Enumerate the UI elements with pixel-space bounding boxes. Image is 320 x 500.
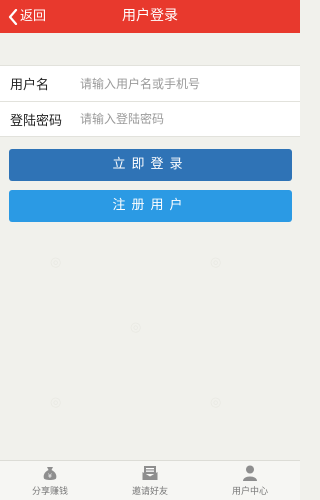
register-button[interactable]: 注册用户 xyxy=(9,190,292,222)
user-icon xyxy=(241,464,259,482)
bottom-tab-bar: ¥ 分享赚钱 邀请好友 用户中心 xyxy=(0,460,300,500)
username-label: 用户名 xyxy=(10,78,50,93)
top-bar: 返回 用户登录 xyxy=(0,0,300,33)
watermark: ◎ xyxy=(207,393,224,412)
password-label: 登陆密码 xyxy=(10,113,63,129)
money-bag-icon: ¥ xyxy=(41,464,59,482)
username-input[interactable] xyxy=(74,68,300,99)
tab-share-earn[interactable]: ¥ 分享赚钱 xyxy=(0,461,100,500)
password-input[interactable] xyxy=(74,104,300,134)
login-form: 用户名 登陆密码 xyxy=(0,65,300,137)
tab-label: 用户中心 xyxy=(231,487,268,497)
watermark: ◎ xyxy=(207,253,224,272)
tab-user-center[interactable]: 用户中心 xyxy=(200,461,300,500)
watermark: ◎ xyxy=(47,253,64,272)
invite-envelope-icon xyxy=(141,464,159,482)
svg-text:¥: ¥ xyxy=(48,472,52,480)
watermark: ◎ xyxy=(127,318,144,337)
password-row: 登陆密码 xyxy=(0,101,300,136)
tab-invite-friends[interactable]: 邀请好友 xyxy=(100,461,200,500)
username-row: 用户名 xyxy=(0,66,300,101)
tab-label: 分享赚钱 xyxy=(31,487,68,497)
tab-label: 邀请好友 xyxy=(131,487,168,497)
login-button[interactable]: 立即登录 xyxy=(9,149,292,181)
watermark: ◎ xyxy=(47,393,64,412)
page-title: 用户登录 xyxy=(122,8,178,24)
